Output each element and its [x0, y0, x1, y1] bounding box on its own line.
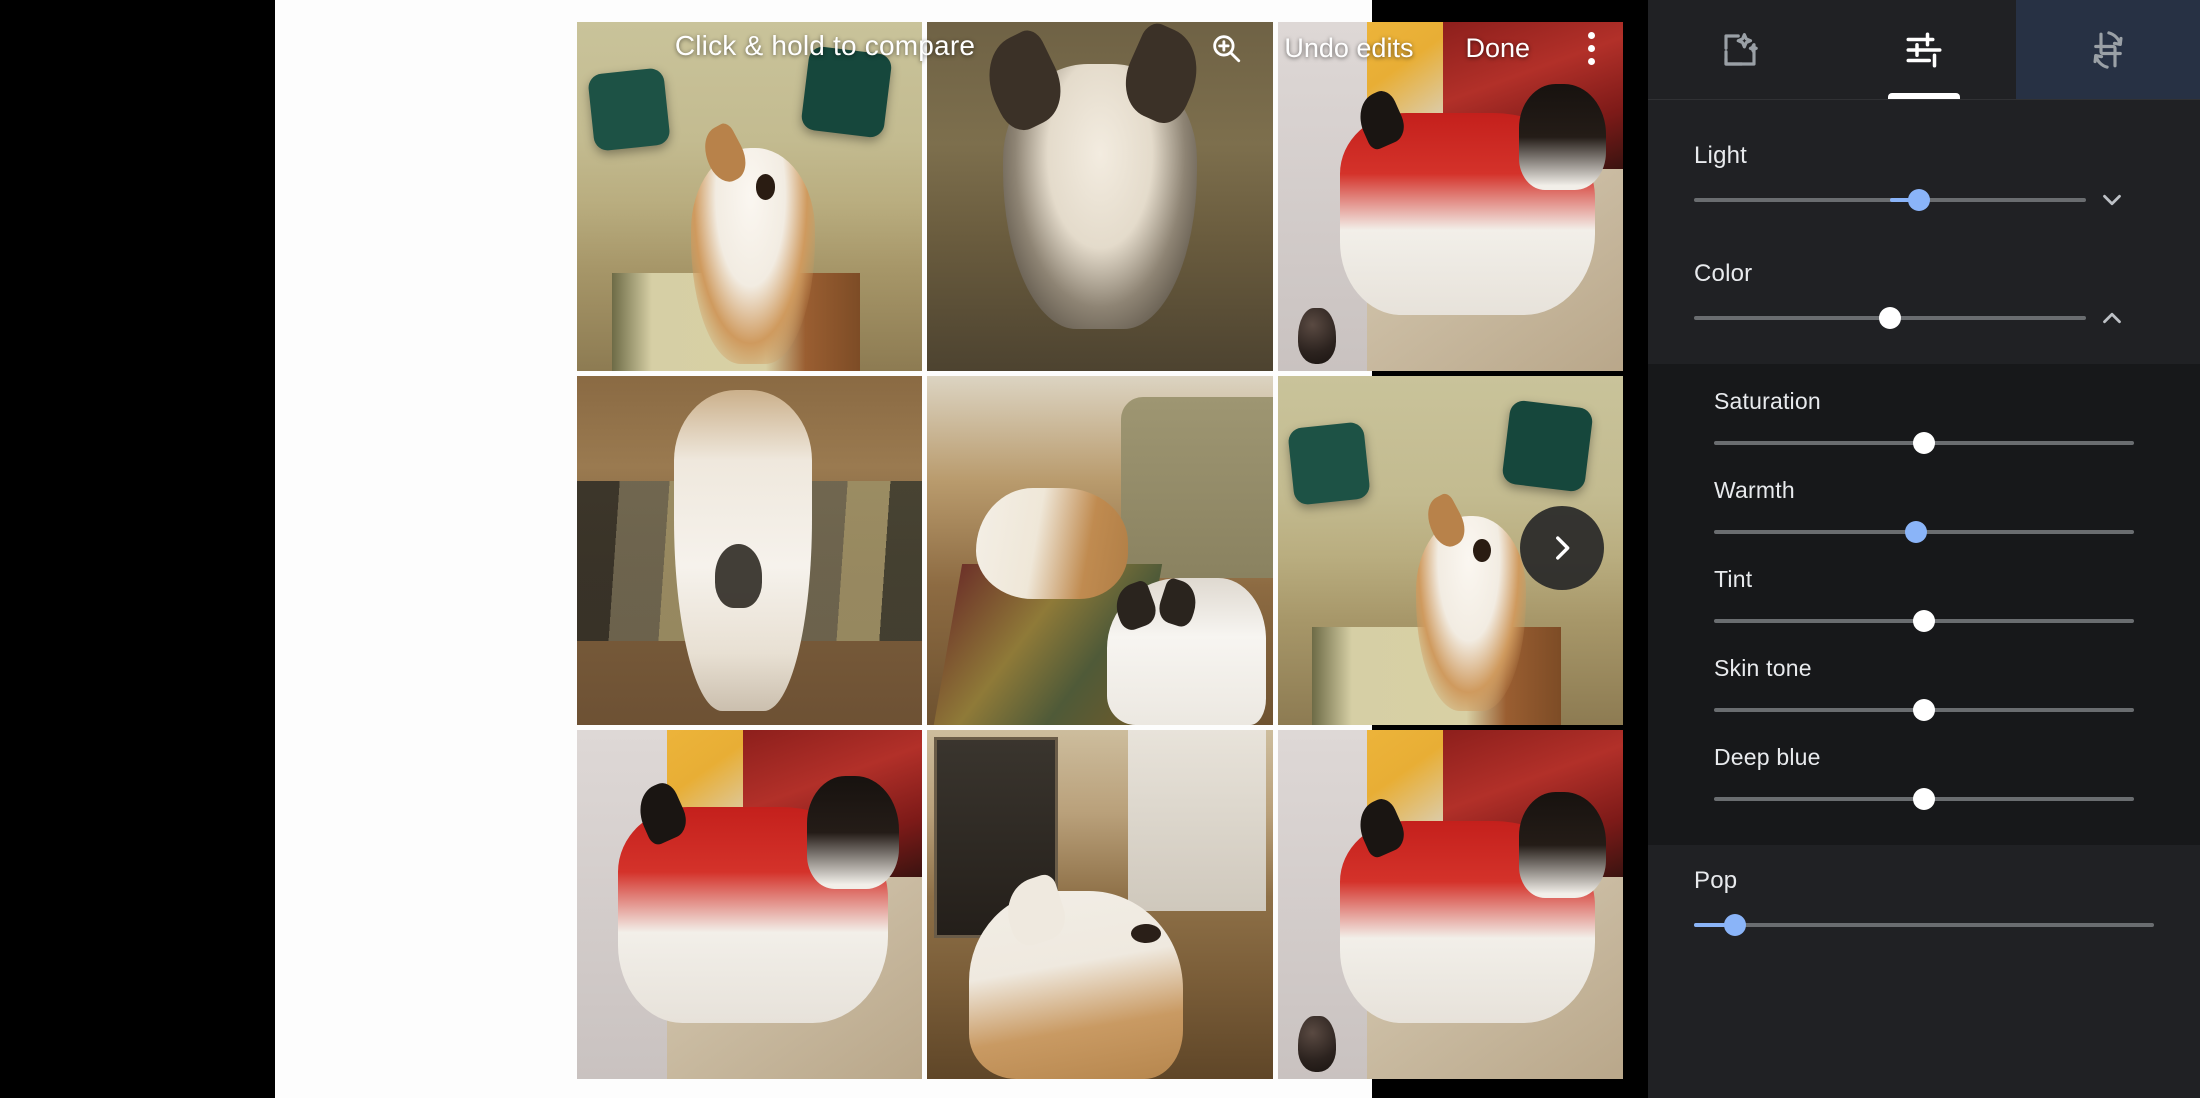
chevron-down-icon — [2103, 194, 2121, 206]
chevron-up-icon — [2103, 312, 2121, 324]
color-sub-controls: Saturation Warmth Tint Skin tone Deep bl… — [1648, 364, 2200, 845]
warmth-slider-track[interactable] — [1714, 521, 2134, 543]
light-label: Light — [1694, 142, 1748, 169]
tab-crop-rotate[interactable] — [2016, 0, 2200, 99]
photo-scene-santa-dog-hall — [577, 730, 923, 1079]
toy-ball — [1298, 1016, 1337, 1073]
deep-blue-label: Deep blue — [1714, 744, 1821, 770]
light-slider[interactable] — [1694, 180, 2154, 220]
zoom-in-icon[interactable] — [1194, 18, 1258, 78]
toy-ball — [1298, 308, 1337, 365]
photo-thumbnail[interactable] — [577, 376, 923, 725]
light-slider-thumb[interactable] — [1908, 189, 1931, 211]
crop-rotate-icon — [2093, 30, 2123, 69]
dog — [1415, 515, 1527, 712]
app-root: Click & hold to compare Undo edits Done — [0, 0, 2200, 1098]
dog — [1339, 792, 1606, 1024]
warmth-label: Warmth — [1714, 477, 1795, 503]
photo-thumbnail[interactable] — [1277, 730, 1623, 1079]
more-vertical-icon[interactable] — [1556, 18, 1626, 78]
pop-slider-track[interactable] — [1694, 914, 2154, 936]
chevron-right-icon — [1556, 536, 1570, 560]
photo-scene-dog-overhead — [577, 376, 923, 725]
control-saturation: Saturation — [1648, 388, 2200, 463]
photo-thumbnail[interactable] — [927, 730, 1273, 1079]
photo-scene-dog-sofa-arm — [927, 730, 1273, 1079]
photo-viewer: Click & hold to compare Undo edits Done — [0, 0, 1648, 1098]
undo-edits-label: Undo edits — [1284, 32, 1414, 63]
dog — [968, 890, 1183, 1079]
magic-enhance-icon — [1724, 32, 1758, 66]
control-skin-tone: Skin tone — [1648, 655, 2200, 730]
next-photo-button[interactable] — [1520, 506, 1604, 590]
tab-adjust[interactable] — [1832, 0, 2016, 99]
warmth-slider[interactable] — [1714, 512, 2134, 552]
tint-slider[interactable] — [1714, 601, 2134, 641]
control-pop: Pop — [1648, 845, 2200, 945]
photo-scene-two-dogs — [927, 376, 1273, 725]
photo-scene-santa-dog-ball — [1277, 730, 1623, 1079]
editor-toolbar: Undo edits Done — [0, 0, 1648, 96]
edit-panel: Light Color Saturation Warmth Tint Skin … — [1648, 0, 2200, 1098]
skin-tone-slider-thumb[interactable] — [1913, 699, 1935, 721]
color-slider-thumb[interactable] — [1879, 307, 1901, 329]
deep-blue-slider-track[interactable] — [1714, 788, 2134, 810]
control-deep-blue: Deep blue — [1648, 744, 2200, 819]
color-slider-track[interactable] — [1694, 307, 2086, 329]
photo-thumbnail[interactable] — [927, 376, 1273, 725]
dog — [1339, 84, 1606, 316]
tint-slider-thumb[interactable] — [1913, 610, 1935, 632]
control-warmth: Warmth — [1648, 477, 2200, 552]
dog — [1106, 578, 1266, 725]
tune-sliders-icon — [1906, 32, 1942, 67]
saturation-slider-track[interactable] — [1714, 432, 2134, 454]
saturation-slider-thumb[interactable] — [1913, 432, 1935, 454]
light-expand-toggle[interactable] — [2092, 180, 2132, 220]
color-slider[interactable] — [1694, 298, 2154, 338]
deep-blue-slider[interactable] — [1714, 779, 2134, 819]
photo-thumbnail[interactable] — [577, 730, 923, 1079]
control-color: Color — [1648, 220, 2200, 338]
tint-slider-track[interactable] — [1714, 610, 2134, 632]
skin-tone-label: Skin tone — [1714, 655, 1812, 681]
skin-tone-slider[interactable] — [1714, 690, 2134, 730]
pop-slider[interactable] — [1694, 905, 2154, 945]
dog — [975, 487, 1128, 600]
deep-blue-slider-thumb[interactable] — [1913, 788, 1935, 810]
control-light: Light — [1648, 100, 2200, 220]
control-tint: Tint — [1648, 566, 2200, 641]
dog — [673, 389, 812, 712]
saturation-slider[interactable] — [1714, 423, 2134, 463]
dog — [690, 147, 816, 364]
pop-label: Pop — [1694, 867, 1738, 894]
photo-grid — [577, 22, 1623, 1098]
undo-edits-button[interactable]: Undo edits — [1258, 18, 1439, 78]
active-tab-indicator — [1888, 93, 1960, 99]
warmth-slider-thumb[interactable] — [1904, 521, 1927, 543]
done-button[interactable]: Done — [1439, 18, 1556, 78]
pop-slider-thumb[interactable] — [1724, 914, 1747, 936]
edit-tabs — [1648, 0, 2200, 100]
light-slider-track[interactable] — [1694, 189, 2086, 211]
document-page — [275, 0, 1623, 1098]
done-label: Done — [1465, 32, 1530, 63]
color-label: Color — [1694, 260, 1753, 287]
tint-label: Tint — [1714, 566, 1753, 592]
saturation-label: Saturation — [1714, 388, 1821, 414]
color-collapse-toggle[interactable] — [2092, 298, 2132, 338]
tab-auto-enhance[interactable] — [1648, 0, 1832, 99]
skin-tone-slider-track[interactable] — [1714, 699, 2134, 721]
dog — [618, 776, 899, 1024]
